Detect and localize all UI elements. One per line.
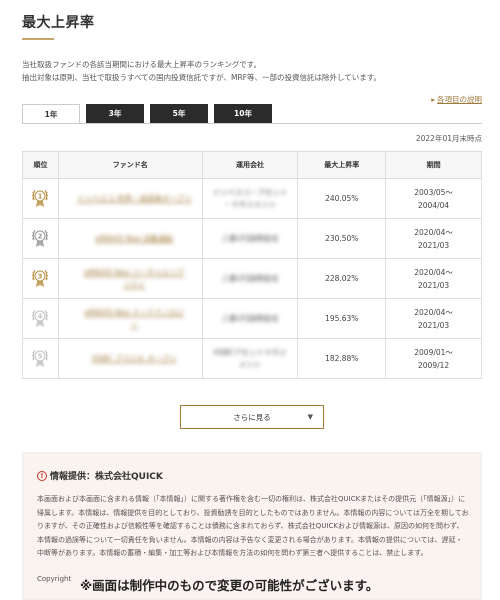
rank-medal-icon: 1 (32, 189, 49, 207)
rank-cell: 2 (22, 218, 59, 259)
period-end: 2021/03 (418, 320, 450, 330)
company-cell: 三菱UFJ国際投信 (201, 298, 299, 339)
alert-icon: ! (37, 470, 47, 481)
company-name-line: 三菱UFJ国際投信 (221, 273, 279, 283)
header-max-rate: 最大上昇率 (297, 151, 387, 179)
period-start: 2020/04～ (414, 267, 453, 277)
tab-1-year[interactable]: 1年 (22, 104, 80, 124)
company-cell: 三菱UFJ国際投信 (201, 218, 299, 259)
title-underline (22, 38, 54, 40)
table-header-row: 順位 ファンド名 運用会社 最大上昇率 期間 (22, 151, 482, 179)
fund-name-cell[interactable]: インベスコ 世界・成長株オープン (57, 178, 203, 219)
arrow-right-icon: ▸ (431, 95, 435, 104)
company-cell: HSBCアセットマネジ メント (201, 338, 299, 379)
max-rate-cell: 230.50% (297, 218, 387, 259)
header-period: 期間 (385, 151, 482, 179)
max-rate-cell: 195.63% (297, 298, 387, 339)
period-cell: 2020/04～ 2021/03 (385, 298, 482, 339)
company-cell: 三菱UFJ国際投信 (201, 258, 299, 299)
company-name-line: HSBCアセットマネジ (213, 347, 287, 357)
rank-number: 3 (38, 272, 43, 280)
show-more-label: さらに見る (233, 412, 271, 422)
period-start: 2009/01～ (414, 347, 453, 357)
description-line-1: 当社取扱ファンドの各該当期間における最大上昇率のランキングです。 (22, 60, 262, 69)
description-line-2: 抽出対象は原則、当社で取扱うすべての国内投資信託ですが、MRF等、一部の投資信託… (22, 73, 382, 82)
fund-name-line: リティ (123, 279, 146, 289)
period-cell: 2003/05～ 2004/04 (385, 178, 482, 219)
rank-number: 4 (38, 312, 43, 320)
rank-cell: 3 (22, 258, 59, 299)
rank-cell: 5 (22, 338, 59, 379)
company-name-line: 三菱UFJ国際投信 (221, 233, 279, 243)
tab-3-year[interactable]: 3年 (86, 104, 144, 123)
fund-name-cell[interactable]: HSBC ブラジル オープン (57, 338, 203, 379)
rank-cell: 1 (22, 178, 59, 219)
rank-medal-icon: 4 (32, 309, 49, 327)
rank-medal-icon: 2 (32, 229, 49, 247)
tab-5-year[interactable]: 5年 (150, 104, 208, 123)
as-of-date: 2022年01月末時点 (415, 134, 482, 143)
fund-name-line: eMAXIS Neo バーチャルリア (84, 267, 185, 277)
period-end: 2021/03 (418, 280, 450, 290)
ranking-table: 順位 ファンド名 運用会社 最大上昇率 期間 1 インベスコ 世界・成長株オープ… (22, 151, 482, 379)
tab-10-year[interactable]: 10年 (214, 104, 272, 123)
rank-medal-icon: 3 (32, 269, 49, 287)
fund-name-cell[interactable]: eMAXIS Neo 自動運転 (57, 218, 203, 259)
period-start: 2020/04～ (414, 227, 453, 237)
period-tabs: 1年 3年 5年 10年 (22, 104, 272, 124)
fund-name-line: HSBC ブラジル オープン (91, 353, 177, 363)
info-title-text: 情報提供：株式会社QUICK (50, 472, 163, 482)
company-name-line: メント (238, 359, 262, 369)
period-end: 2021/03 (418, 240, 450, 250)
page-title: 最大上昇率 (22, 15, 95, 31)
explain-items-label: 各項目の説明 (437, 95, 482, 104)
fund-name-line: ー (130, 319, 139, 329)
company-name-line: 三菱UFJ国際投信 (221, 313, 279, 323)
period-start: 2003/05～ (414, 187, 453, 197)
table-row: 4 eMAXIS Neo ナノテクノロジー 三菱UFJ国際投信 195.63% … (22, 298, 482, 339)
table-row: 5 HSBC ブラジル オープン HSBCアセットマネジ メント 182.88% … (22, 338, 482, 379)
period-end: 2009/12 (418, 360, 450, 370)
info-title: ! 情報提供：株式会社QUICK (37, 469, 163, 482)
fund-name-cell[interactable]: eMAXIS Neo バーチャルリア リティ (57, 258, 203, 299)
max-rate-cell: 228.02% (297, 258, 387, 299)
company-name-line: ・マネジメント (223, 199, 277, 209)
show-more-button[interactable]: さらに見る ▼ (180, 405, 324, 429)
copyright-text: Copyright (37, 575, 72, 583)
header-fund-name: ファンド名 (57, 151, 203, 179)
rank-medal-icon: 5 (32, 349, 49, 367)
company-cell: インベスコ・アセット ・マネジメント (201, 178, 299, 219)
explain-items-link[interactable]: ▸ 各項目の説明 (431, 94, 482, 105)
tab-divider (22, 123, 482, 124)
info-disclaimer: 本画面および本画面に含まれる情報（「本情報」）に関する著作権を含む一切の権利は、… (37, 495, 469, 557)
triangle-down-icon: ▼ (307, 413, 313, 421)
rank-number: 5 (38, 352, 43, 360)
table-row: 1 インベスコ 世界・成長株オープン インベスコ・アセット ・マネジメント 240… (22, 178, 482, 219)
page-description: 当社取扱ファンドの各該当期間における最大上昇率のランキングです。 抽出対象は原則… (22, 58, 482, 84)
table-row: 2 eMAXIS Neo 自動運転 三菱UFJ国際投信 230.50% 2020… (22, 218, 482, 259)
fund-name-line: eMAXIS Neo ナノテクノロジ (84, 307, 185, 317)
rank-number: 1 (38, 192, 43, 200)
period-cell: 2009/01～ 2009/12 (385, 338, 482, 379)
fund-name-cell[interactable]: eMAXIS Neo ナノテクノロジー (57, 298, 203, 339)
fund-name-line: インベスコ 世界・成長株オープン (76, 193, 192, 203)
max-rate-cell: 182.88% (297, 338, 387, 379)
period-end: 2004/04 (418, 200, 450, 210)
development-notice: ※画面は制作中のもので変更の可能性がございます。 (80, 578, 379, 593)
fund-name-line: eMAXIS Neo 自動運転 (95, 233, 174, 243)
header-company: 運用会社 (201, 151, 299, 179)
header-rank: 順位 (22, 151, 59, 179)
period-cell: 2020/04～ 2021/03 (385, 218, 482, 259)
max-rate-cell: 240.05% (297, 178, 387, 219)
company-name-line: インベスコ・アセット (212, 187, 288, 197)
period-cell: 2020/04～ 2021/03 (385, 258, 482, 299)
rank-cell: 4 (22, 298, 59, 339)
rank-number: 2 (38, 232, 43, 240)
table-row: 3 eMAXIS Neo バーチャルリア リティ 三菱UFJ国際投信 228.02… (22, 258, 482, 299)
period-start: 2020/04～ (414, 307, 453, 317)
